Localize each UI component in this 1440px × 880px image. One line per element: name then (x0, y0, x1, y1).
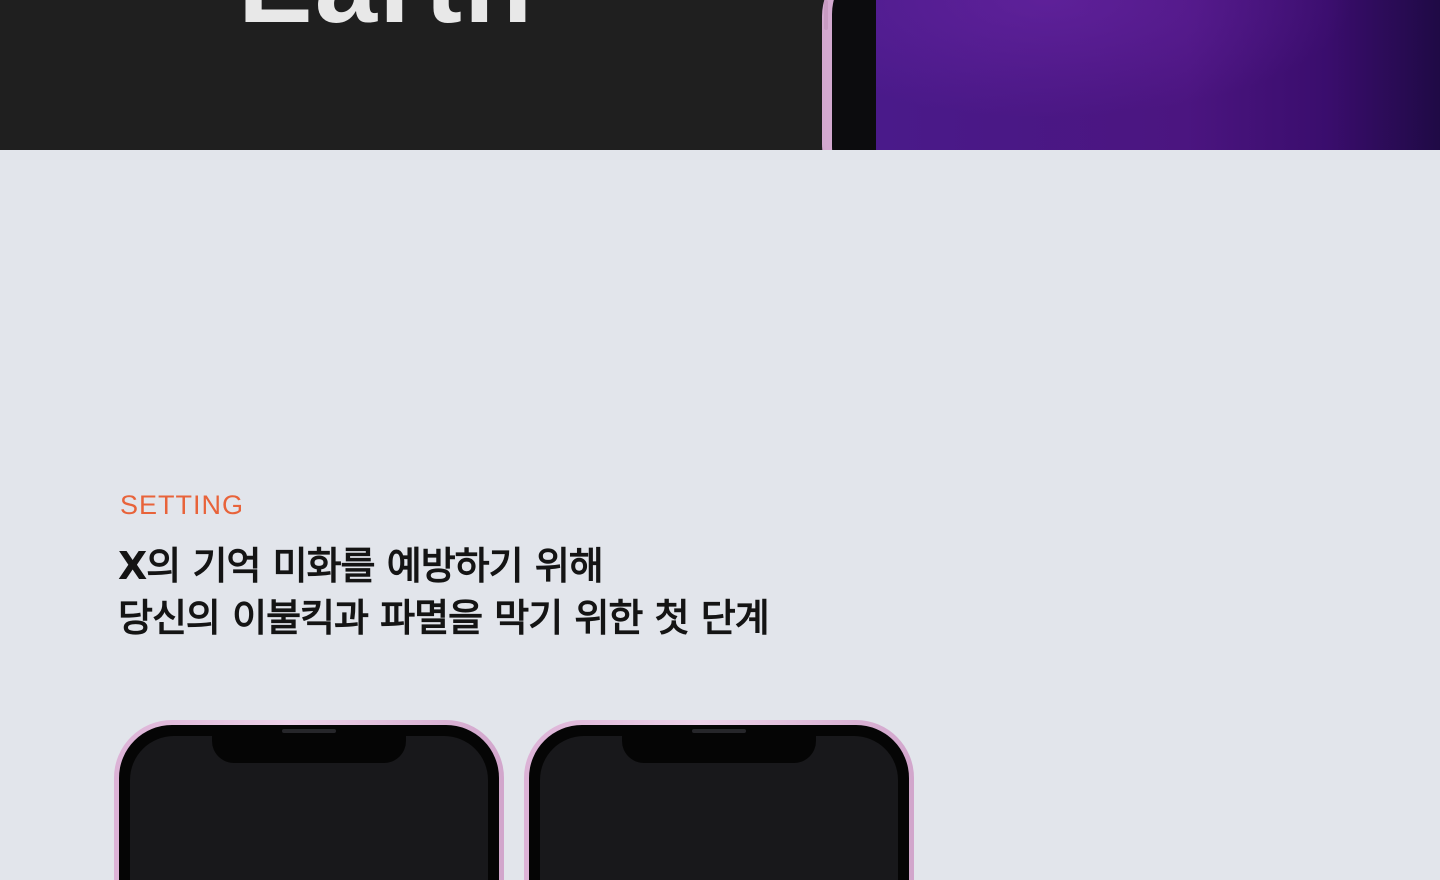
phone-notch (622, 725, 816, 763)
headline-line-1: X의 기억 미화를 예방하기 위해 (118, 544, 604, 588)
phone-speaker (282, 729, 336, 733)
phone-mockup-left (114, 720, 504, 880)
hero-title: Earth (238, 0, 534, 40)
section-headline: X의 기억 미화를 예방하기 위해 당신의 이불킥과 파멸을 막기 위한 첫 단… (118, 540, 770, 644)
hero-phone-side-button (824, 0, 828, 30)
phone-bezel (529, 725, 909, 880)
phone-speaker (692, 729, 746, 733)
phone-mockup-right (524, 720, 914, 880)
phone-bezel (119, 725, 499, 880)
hero-banner: Earth (0, 0, 1440, 150)
phone-notch (212, 725, 406, 763)
section-label: SETTING (120, 490, 245, 520)
hero-phone-screen (876, 0, 1440, 150)
headline-line-2: 당신의 이불킥과 파멸을 막기 위한 첫 단계 (118, 596, 770, 640)
